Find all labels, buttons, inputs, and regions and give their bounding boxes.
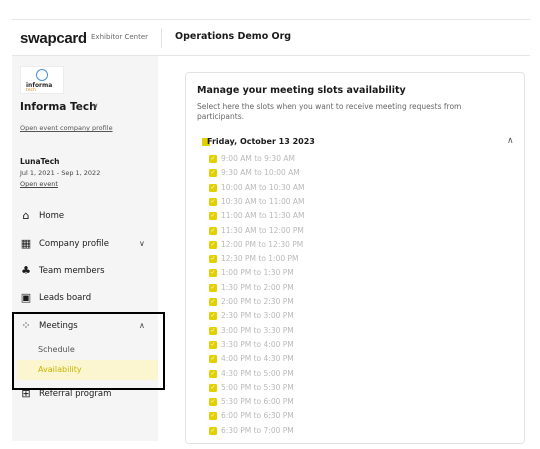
- sidebar-item-referral-program[interactable]: ⊞ Referral program: [20, 388, 150, 404]
- slot-checkbox[interactable]: ✓: [209, 355, 217, 364]
- slot-checkbox[interactable]: ✓: [209, 426, 217, 435]
- sidebar-item-home[interactable]: ⌂ Home: [20, 210, 150, 226]
- slot-label: 5:00 PM to 5:30 PM: [221, 382, 294, 392]
- store-icon: ▦: [20, 237, 32, 250]
- slot-row[interactable]: ✓ 10:00 AM to 10:30 AM: [209, 183, 409, 194]
- slot-label: 1:30 PM to 2:00 PM: [221, 282, 294, 292]
- slot-row[interactable]: ✓ 10:30 AM to 11:00 AM: [209, 197, 409, 208]
- slot-row[interactable]: ✓ 2:30 PM to 3:00 PM: [209, 311, 409, 322]
- org-logo: informa tech: [20, 66, 64, 94]
- slot-checkbox[interactable]: ✓: [209, 369, 217, 378]
- slot-row[interactable]: ✓ 5:30 PM to 6:00 PM: [209, 397, 409, 408]
- slot-checkbox[interactable]: ✓: [209, 383, 217, 392]
- slot-label: 2:00 PM to 2:30 PM: [221, 297, 294, 306]
- team-icon: ♣: [21, 264, 31, 277]
- slot-row[interactable]: ✓ 6:00 PM to 6:30 PM: [209, 411, 409, 422]
- slot-label: 3:00 PM to 3:30 PM: [221, 325, 294, 335]
- org-logo-subtext: tech: [26, 88, 36, 93]
- slot-label: 9:00 AM to 9:30 AM: [221, 154, 295, 163]
- slot-label: 3:30 PM to 4:00 PM: [221, 339, 294, 349]
- slot-label: 5:30 PM to 6:00 PM: [221, 397, 294, 407]
- slot-label: 4:30 PM to 5:00 PM: [221, 368, 294, 378]
- slot-checkbox[interactable]: ✓: [209, 312, 217, 321]
- slot-row[interactable]: ✓ 11:30 AM to 12:00 PM: [209, 226, 409, 237]
- product-name: Exhibitor Center: [91, 33, 149, 41]
- slot-row[interactable]: ✓ 5:00 PM to 5:30 PM: [209, 383, 409, 394]
- slot-label: 11:30 AM to 12:00 PM: [221, 225, 304, 235]
- slot-label: 11:00 AM to 11:30 AM: [221, 211, 305, 221]
- slot-row[interactable]: ✓ 1:30 PM to 2:00 PM: [209, 283, 409, 294]
- slot-checkbox[interactable]: ✓: [209, 240, 217, 249]
- sidebar-item-team-members[interactable]: ♣ Team members: [20, 265, 150, 281]
- top-header: swapcard Exhibitor Center Operations Dem…: [12, 19, 530, 56]
- slot-label: 2:30 PM to 3:00 PM: [221, 311, 294, 321]
- globe-icon: [36, 69, 48, 81]
- slot-label: 12:00 PM to 12:30 PM: [221, 239, 304, 249]
- leads-icon: ▣: [20, 291, 32, 304]
- slot-checkbox[interactable]: ✓: [209, 269, 217, 278]
- slot-checkbox[interactable]: ✓: [209, 255, 217, 264]
- slot-label: 4:00 PM to 4:30 PM: [221, 354, 294, 364]
- slot-row[interactable]: ✓ 3:00 PM to 3:30 PM: [209, 326, 409, 337]
- org-title: Operations Demo Org: [175, 31, 292, 42]
- sidebar-item-leads-board[interactable]: ▣ Leads board: [20, 292, 150, 308]
- slot-checkbox[interactable]: ✓: [209, 326, 217, 335]
- chevron-up-icon[interactable]: ∧: [507, 136, 514, 146]
- slot-checkbox[interactable]: ✓: [209, 226, 217, 235]
- slot-checkbox[interactable]: ✓: [209, 212, 217, 221]
- availability-card: Manage your meeting slots availability S…: [185, 72, 525, 444]
- sidebar-item-label: Leads board: [39, 293, 92, 303]
- slot-row[interactable]: ✓ 11:00 AM to 11:30 AM: [209, 211, 409, 222]
- slot-checkbox[interactable]: ✓: [209, 412, 217, 421]
- sidebar-item-label: Team members: [39, 266, 105, 276]
- card-subtitle: Select here the slots when you want to r…: [197, 102, 462, 121]
- slot-row[interactable]: ✓ 4:30 PM to 5:00 PM: [209, 369, 409, 380]
- open-company-profile-link[interactable]: Open event company profile: [20, 124, 113, 132]
- slot-label: 12:30 PM to 1:00 PM: [221, 254, 299, 264]
- slot-row[interactable]: ✓ 12:00 PM to 12:30 PM: [209, 240, 409, 251]
- slot-row[interactable]: ✓ 6:30 PM to 7:00 PM: [209, 426, 409, 437]
- slot-row[interactable]: ✓ 2:00 PM to 2:30 PM: [209, 297, 409, 308]
- slot-label: 1:00 PM to 1:30 PM: [221, 268, 294, 278]
- slot-checkbox[interactable]: ✓: [209, 283, 217, 292]
- slot-label: 6:30 PM to 7:00 PM: [221, 425, 294, 435]
- slot-checkbox[interactable]: ✓: [209, 183, 217, 192]
- slot-row[interactable]: ✓ 12:30 PM to 1:00 PM: [209, 254, 409, 265]
- slot-label: 10:30 AM to 11:00 AM: [221, 196, 305, 206]
- slot-checkbox[interactable]: ✓: [209, 298, 217, 306]
- slot-row[interactable]: ✓ 4:00 PM to 4:30 PM: [209, 354, 409, 365]
- sidebar-item-label: Referral program: [39, 389, 112, 399]
- event-title: LunaTech: [20, 157, 60, 166]
- slot-row[interactable]: ✓ 9:30 AM to 10:00 AM: [209, 168, 409, 179]
- chevron-down-icon: ∨: [139, 239, 145, 248]
- slot-checkbox[interactable]: ✓: [209, 197, 217, 206]
- slot-label: 10:00 AM to 10:30 AM: [221, 182, 305, 192]
- annotation-highlight-box: [12, 312, 165, 390]
- open-event-link[interactable]: Open event: [20, 180, 58, 188]
- slot-row[interactable]: ✓ 3:30 PM to 4:00 PM: [209, 340, 409, 351]
- home-icon: ⌂: [22, 209, 30, 222]
- card-title: Manage your meeting slots availability: [197, 85, 406, 96]
- sidebar-item-company-profile[interactable]: ▦ Company profile ∨: [20, 238, 150, 254]
- swapcard-logo[interactable]: swapcard: [20, 30, 87, 47]
- slot-row[interactable]: ✓ 1:00 PM to 1:30 PM: [209, 268, 409, 279]
- day-label[interactable]: Friday, October 13 2023: [207, 137, 315, 146]
- header-divider: [161, 28, 162, 48]
- slot-label: 9:30 AM to 10:00 AM: [221, 168, 300, 178]
- chevron-down-icon[interactable]: ∨: [92, 102, 99, 112]
- sidebar-item-label: Home: [39, 211, 65, 221]
- slot-row[interactable]: ✓ 9:00 AM to 9:30 AM: [209, 154, 409, 165]
- slot-checkbox[interactable]: ✓: [209, 155, 217, 163]
- event-dates: Jul 1, 2021 - Sep 1, 2022: [20, 169, 101, 177]
- slot-checkbox[interactable]: ✓: [209, 398, 217, 407]
- org-name[interactable]: Informa Tech: [20, 101, 97, 113]
- sidebar-item-label: Company profile: [39, 239, 109, 249]
- slot-label: 6:00 PM to 6:30 PM: [221, 411, 294, 421]
- slot-checkbox[interactable]: ✓: [209, 340, 217, 349]
- slot-checkbox[interactable]: ✓: [209, 169, 217, 178]
